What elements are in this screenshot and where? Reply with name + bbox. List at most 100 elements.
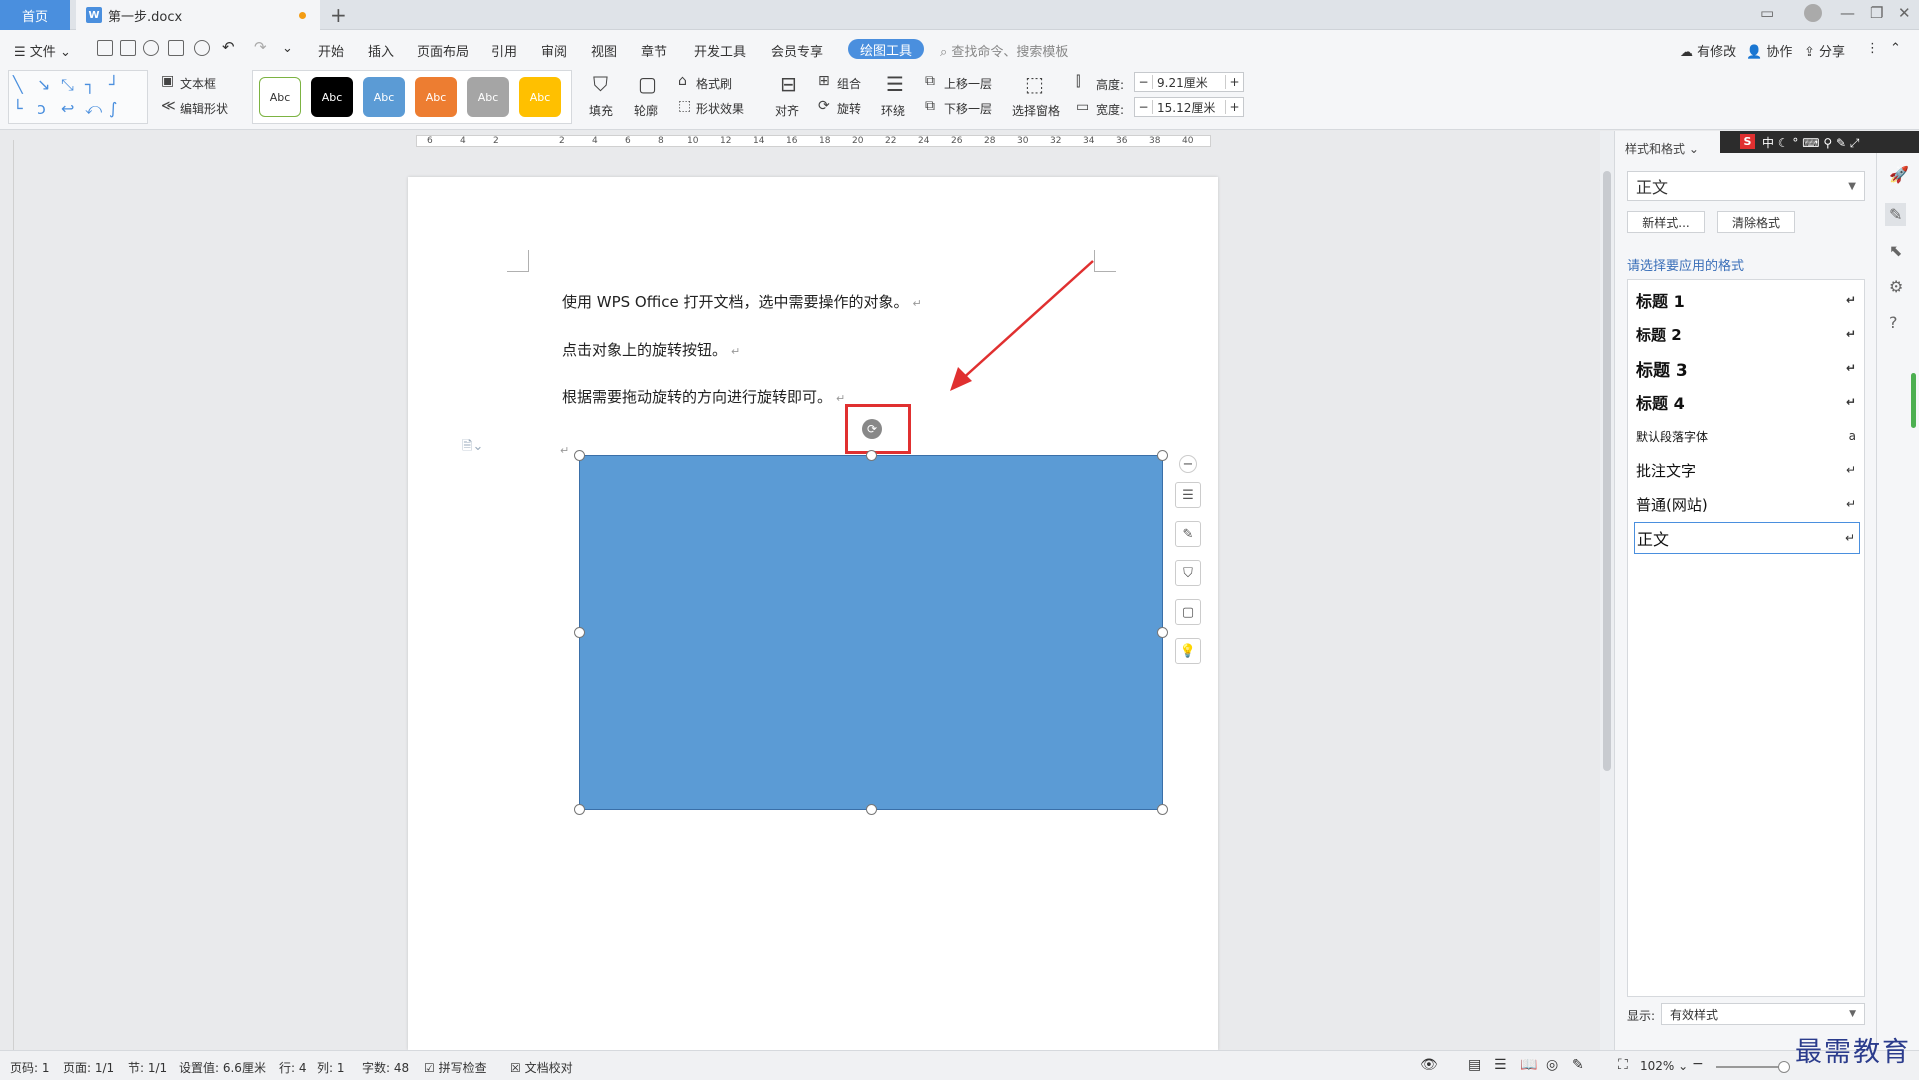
edit-view-icon[interactable]: ✎: [1572, 1057, 1584, 1073]
bring-forward-button[interactable]: 上移一层: [944, 75, 992, 92]
clear-format-button[interactable]: 清除格式: [1717, 211, 1795, 233]
style-black[interactable]: Abc: [311, 77, 353, 117]
rotate-handle-icon[interactable]: ⟳: [862, 419, 882, 439]
wrap-button[interactable]: 环绕: [881, 102, 905, 119]
style-gold[interactable]: Abc: [519, 77, 561, 117]
document-page[interactable]: 使用 WPS Office 打开文档，选中需要操作的对象。 ↵ 点击对象上的旋转按…: [408, 177, 1218, 1050]
tab-document[interactable]: W 第一步.docx: [76, 0, 320, 30]
quick-more-icon[interactable]: ⌄: [282, 41, 293, 56]
menu-start[interactable]: 开始: [318, 41, 344, 60]
horizontal-ruler[interactable]: 6 4 2 2 4 6 8 10 12 14 16 18 20 22 24 26…: [0, 131, 1600, 151]
style-normal-web[interactable]: 普通(网站) ↵: [1634, 488, 1860, 520]
ime-mode-icon[interactable]: 中 ☾ ° ⌨ ⚲ ✎ ⤢: [1762, 134, 1859, 151]
curve-arrow-icon[interactable]: ↩: [61, 99, 74, 118]
style-heading-1[interactable]: 标题 1 ↵: [1634, 284, 1860, 316]
resize-handle-right[interactable]: [1157, 627, 1168, 638]
style-orange[interactable]: Abc: [415, 77, 457, 117]
arrow-shape-icon[interactable]: ↘: [37, 75, 50, 94]
menu-review[interactable]: 审阅: [541, 41, 567, 60]
paragraph-2[interactable]: 点击对象上的旋转按钮。 ↵: [562, 339, 740, 360]
style-comment-text[interactable]: 批注文字 ↵: [1634, 454, 1860, 486]
new-style-button[interactable]: 新样式...: [1627, 211, 1705, 233]
height-increase-button[interactable]: +: [1225, 75, 1243, 89]
style-gray[interactable]: Abc: [467, 77, 509, 117]
collapse-ribbon-icon[interactable]: ⌃: [1890, 41, 1901, 56]
blue-rectangle-shape[interactable]: [579, 455, 1163, 810]
more-menu-icon[interactable]: ⋮: [1866, 41, 1879, 56]
status-setting[interactable]: 设置值: 6.6厘米: [179, 1059, 266, 1076]
textbox-button[interactable]: 文本框: [180, 75, 216, 92]
close-button[interactable]: ✕: [1898, 4, 1911, 22]
resize-handle-top-right[interactable]: [1157, 450, 1168, 461]
elbow-arrow-icon[interactable]: ┘: [109, 75, 119, 94]
vertical-scrollbar[interactable]: [1600, 131, 1614, 1050]
web-view-icon[interactable]: ◎: [1546, 1057, 1558, 1073]
file-menu[interactable]: ☰ 文件 ⌄: [14, 41, 71, 60]
print-icon[interactable]: [168, 40, 184, 56]
layout-options-icon[interactable]: ☰: [1175, 482, 1201, 508]
resize-handle-bottom-left[interactable]: [574, 804, 585, 815]
style-body-text[interactable]: 正文 ↵: [1634, 522, 1860, 554]
undo-icon[interactable]: ↶: [222, 38, 235, 56]
curve-double-icon[interactable]: ⤺: [85, 99, 102, 119]
rocket-icon[interactable]: 🚀: [1889, 165, 1909, 184]
style-pen-icon[interactable]: ✎: [1885, 203, 1907, 226]
line-shape-icon[interactable]: ╲: [13, 75, 23, 94]
style-outline-green[interactable]: Abc: [259, 77, 301, 117]
show-filter-select[interactable]: 有效样式 ▼: [1661, 1003, 1865, 1025]
width-decrease-button[interactable]: −: [1135, 100, 1153, 114]
ime-toolbar[interactable]: S 中 ☾ ° ⌨ ⚲ ✎ ⤢: [1720, 131, 1919, 153]
resize-handle-top-left[interactable]: [574, 450, 585, 461]
menu-reference[interactable]: 引用: [491, 41, 517, 60]
zoom-out-button[interactable]: −: [1692, 1056, 1704, 1072]
eye-protect-icon[interactable]: 👁: [1420, 1057, 1438, 1073]
current-style-select[interactable]: 正文 ▼: [1627, 171, 1865, 201]
style-heading-4[interactable]: 标题 4 ↵: [1634, 386, 1860, 418]
paragraph-menu-icon[interactable]: 🗎⌄: [462, 437, 483, 459]
elbow-connector-icon[interactable]: ┐: [85, 75, 95, 94]
edit-shape-button[interactable]: 编辑形状: [180, 100, 228, 117]
format-painter-button[interactable]: 格式刷: [696, 75, 732, 92]
width-stepper[interactable]: − 15.12厘米 +: [1134, 97, 1244, 117]
width-value[interactable]: 15.12厘米: [1153, 99, 1225, 116]
curve-connector-icon[interactable]: ↄ: [37, 99, 46, 118]
menu-drawing-tools[interactable]: 绘图工具: [848, 39, 924, 59]
resize-handle-bottom-right[interactable]: [1157, 804, 1168, 815]
command-search[interactable]: ⌕ 查找命令、搜索模板: [940, 41, 1068, 60]
avatar[interactable]: [1804, 4, 1822, 22]
style-heading-2[interactable]: 标题 2 ↵: [1634, 318, 1860, 350]
collaborate-button[interactable]: 👤 协作: [1746, 41, 1792, 60]
share-button[interactable]: ⇪ 分享: [1804, 41, 1845, 60]
elbow-connector2-icon[interactable]: └: [13, 99, 23, 118]
double-arrow-shape-icon[interactable]: ⤡: [61, 75, 74, 95]
send-backward-button[interactable]: 下移一层: [944, 100, 992, 117]
menu-member[interactable]: 会员专享: [771, 41, 823, 60]
format-painter-quick-icon[interactable]: [143, 40, 159, 56]
menu-developer[interactable]: 开发工具: [694, 41, 746, 60]
style-default-para-font[interactable]: 默认段落字体 a: [1634, 420, 1860, 452]
save-icon[interactable]: [120, 40, 136, 56]
shape-effect-button[interactable]: 形状效果: [696, 100, 744, 117]
minimize-button[interactable]: —: [1840, 4, 1855, 22]
menu-section[interactable]: 章节: [641, 41, 667, 60]
menu-page-layout[interactable]: 页面布局: [417, 41, 469, 60]
collapse-tools-icon[interactable]: −: [1179, 455, 1197, 473]
zoom-level[interactable]: 102% ⌄: [1640, 1059, 1688, 1073]
has-changes-button[interactable]: ☁ 有修改: [1680, 41, 1736, 60]
lightbulb-icon[interactable]: 💡: [1175, 638, 1201, 664]
fit-page-icon[interactable]: ⛶: [1618, 1057, 1628, 1073]
rotate-button[interactable]: 旋转: [837, 100, 861, 117]
window-layout-icon[interactable]: ▭: [1760, 4, 1774, 22]
resize-handle-bottom[interactable]: [866, 804, 877, 815]
fill-button[interactable]: 填充: [589, 102, 613, 119]
outline-button[interactable]: 轮廓: [634, 102, 658, 119]
lines-gallery[interactable]: ╲ ↘ ⤡ ┐ ┘ └ ↄ ↩ ⤺ ∫: [8, 70, 148, 124]
help-icon[interactable]: ?: [1889, 313, 1898, 332]
restore-button[interactable]: ❐: [1870, 4, 1883, 22]
vertical-ruler[interactable]: [0, 140, 14, 1050]
new-doc-icon[interactable]: [97, 40, 113, 56]
freeform-icon[interactable]: ∫: [109, 99, 117, 118]
resize-handle-left[interactable]: [574, 627, 585, 638]
status-word-count[interactable]: 字数: 48: [362, 1059, 409, 1076]
select-cursor-icon[interactable]: ⬉: [1889, 241, 1902, 260]
